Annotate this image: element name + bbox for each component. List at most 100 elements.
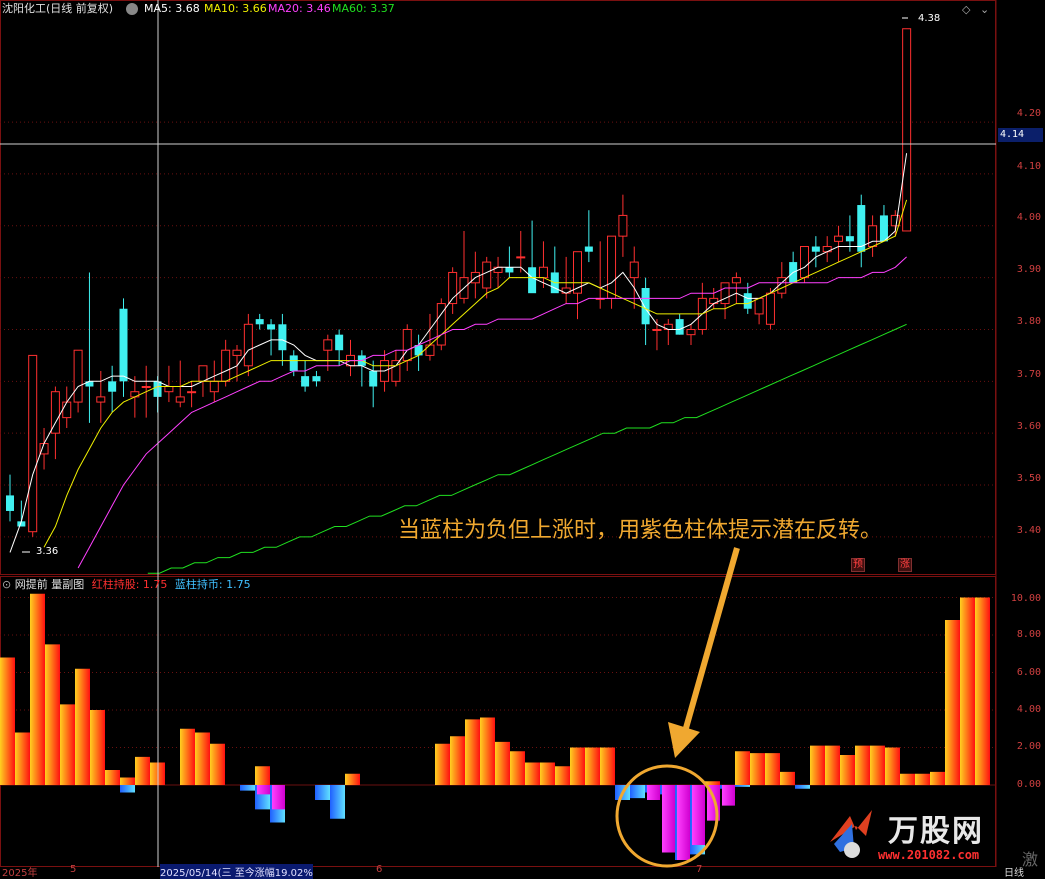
candle-body	[618, 214, 628, 237]
candle-body	[607, 235, 617, 299]
red-bar	[780, 771, 795, 785]
candle-body	[652, 328, 662, 331]
red-bar	[510, 751, 525, 785]
red-bar	[90, 710, 105, 785]
red-bar	[75, 668, 90, 785]
candle-body	[73, 349, 83, 403]
red-bar	[120, 777, 135, 785]
red-bar	[180, 728, 195, 785]
tick-label: 3.90	[1016, 264, 1041, 275]
candle-body	[108, 381, 117, 392]
chart-canvas[interactable]	[0, 0, 1045, 875]
tick-label: 4.00	[1016, 704, 1041, 715]
candle-body	[641, 288, 650, 325]
candle-body	[175, 396, 185, 403]
sub-panel-icon[interactable]: ⊙	[2, 578, 11, 591]
red-bar	[870, 745, 885, 785]
tick-label: 2.00	[1016, 741, 1041, 752]
red-bar	[810, 745, 825, 785]
red-bar	[435, 743, 450, 785]
candle-body	[221, 349, 231, 382]
tick-label: 8.00	[1016, 629, 1041, 640]
candle-body	[243, 323, 253, 367]
candle-body	[141, 386, 151, 389]
purple-bar	[662, 785, 675, 853]
low-marker-label: 3.36	[36, 546, 59, 557]
blue-bar	[315, 785, 330, 800]
month-7-label: 7	[696, 864, 703, 875]
month-6-label: 6	[376, 864, 383, 875]
red-bar	[15, 732, 30, 785]
sub-panel-title: 网提前 量副图	[14, 578, 85, 591]
tick-label: 4.20	[1016, 108, 1041, 119]
candle-body	[164, 386, 174, 393]
high-marker-label: 4.38	[918, 13, 941, 24]
red-bar	[585, 747, 600, 785]
purple-bar	[272, 785, 285, 810]
candle-body	[868, 225, 878, 248]
candle-body	[629, 261, 639, 279]
red-bar	[765, 753, 780, 785]
candle-body	[505, 267, 514, 273]
candle-body	[62, 401, 72, 419]
date-info: 2025/05/14(三 至今涨幅19.02%	[160, 864, 313, 879]
candle-body	[267, 324, 276, 330]
candle-body	[312, 376, 321, 382]
candle-body	[879, 215, 888, 242]
red-bar	[525, 762, 540, 785]
stock-name: 沈阳化工(日线 前复权)	[2, 2, 114, 15]
candle-body	[278, 324, 287, 351]
ma10-label: MA10: 3.66	[204, 2, 267, 15]
red-bar	[570, 747, 585, 785]
tick-label: 3.60	[1016, 421, 1041, 432]
candle-body	[391, 360, 401, 382]
chevron-down-icon[interactable]: ⌄	[980, 3, 989, 16]
tick-label: 0.00	[1016, 779, 1041, 790]
settings-circle-icon[interactable]	[126, 3, 138, 15]
red-bar	[885, 747, 900, 785]
callout-text: 当蓝柱为负但上涨时，用紫色柱体提示潜在反转。	[398, 518, 883, 543]
tick-label: 3.50	[1016, 473, 1041, 484]
candle-body	[834, 235, 844, 242]
tick-label: 6.00	[1016, 667, 1041, 678]
tick-label: 3.80	[1016, 316, 1041, 327]
red-bar	[825, 745, 840, 785]
red-bar	[135, 756, 150, 785]
year-label: 2025年	[2, 868, 38, 879]
purple-bar	[692, 785, 705, 845]
red-bar	[495, 741, 510, 785]
candle-body	[28, 354, 38, 533]
sub-panel-header[interactable]: ⊙ 网提前 量副图 红柱持股: 1.75 蓝柱持币: 1.75	[2, 577, 251, 593]
red-bar	[555, 766, 570, 785]
ma5-label: MA5: 3.68	[144, 2, 200, 15]
purple-bar	[677, 785, 690, 860]
logo-url: www.201082.com	[878, 848, 980, 862]
candle-body	[425, 344, 435, 356]
candle-body	[96, 396, 106, 403]
candle-body	[538, 266, 548, 279]
candle-body	[584, 246, 593, 252]
purple-bar	[722, 785, 735, 806]
candle-body	[187, 391, 197, 394]
red-bar	[345, 773, 360, 785]
red-bar	[465, 719, 480, 785]
red-bar	[0, 657, 15, 785]
red-bar	[60, 704, 75, 785]
red-bar	[210, 743, 225, 785]
site-logo: 万股网 www.201082.com 激	[826, 802, 1038, 872]
moving-average-lines	[9, 153, 908, 574]
red-bar	[855, 745, 870, 785]
candle-body	[6, 495, 14, 511]
candle-body	[369, 370, 378, 387]
candle-body	[335, 334, 344, 351]
candle-body	[209, 380, 219, 393]
stock-title[interactable]: 沈阳化工(日线 前复权)	[2, 1, 113, 17]
tick-label: 10.00	[1010, 593, 1041, 604]
tick-label: 4.00	[1016, 212, 1041, 223]
month-5-label: 5	[70, 864, 77, 875]
candle-body	[800, 246, 809, 279]
tick-label: 3.40	[1016, 525, 1041, 536]
candle-body	[765, 292, 775, 325]
red-bar	[105, 770, 120, 785]
diamond-icon[interactable]: ◇	[962, 3, 970, 16]
